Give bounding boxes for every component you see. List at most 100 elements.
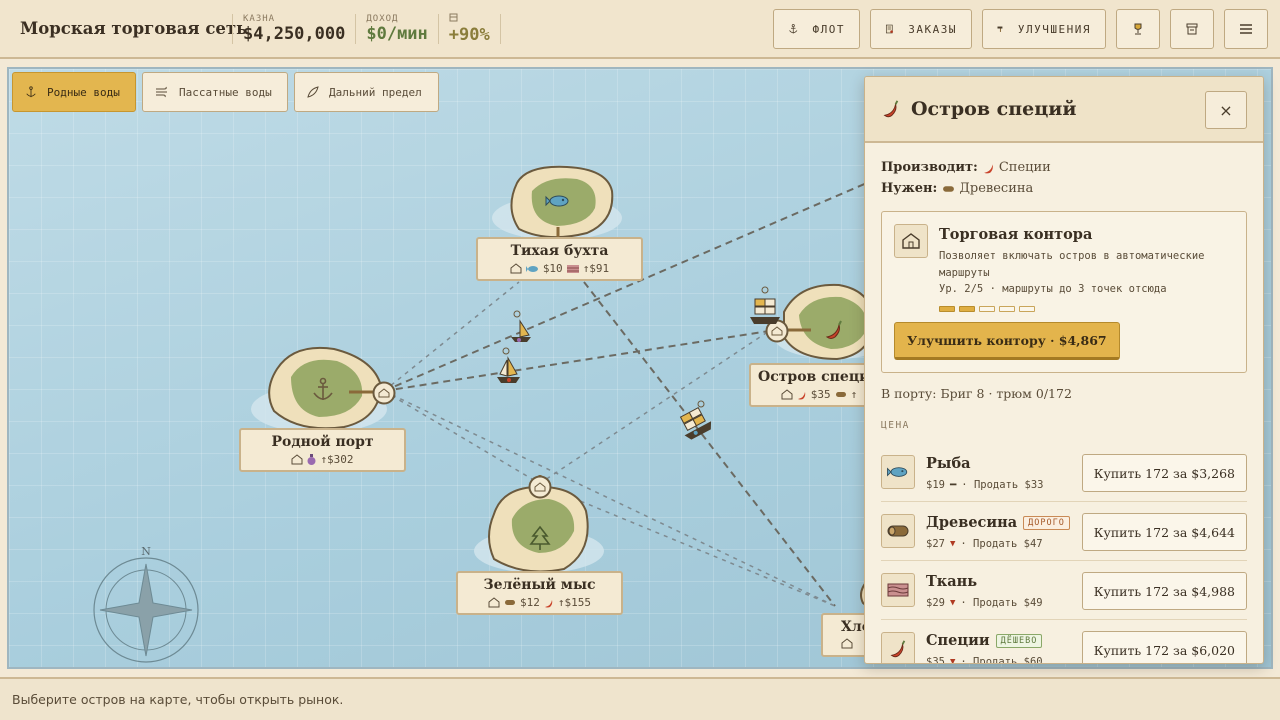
list-item: Рыба $19 ━ · Продать $33 Купить 172 за $3… bbox=[881, 443, 1247, 502]
chili-icon bbox=[881, 632, 915, 663]
orders-label: ЗАКАЗЫ bbox=[908, 22, 957, 36]
chili-icon bbox=[544, 599, 553, 607]
status-bar: Выберите остров на карте, чтобы открыть … bbox=[0, 677, 1280, 720]
house-icon bbox=[510, 263, 522, 274]
island-price: $12 bbox=[520, 596, 540, 609]
trophy-icon bbox=[1134, 23, 1142, 35]
tab-home-waters[interactable]: Родные воды bbox=[12, 72, 136, 112]
bonus-stat: +90% bbox=[437, 13, 501, 45]
income-label: ДОХОД bbox=[366, 13, 399, 24]
chili-icon bbox=[883, 100, 899, 118]
good-name-row: Рыба bbox=[926, 455, 971, 472]
house-icon bbox=[291, 454, 303, 465]
wood-icon bbox=[505, 600, 515, 605]
island-name: Родной порт bbox=[271, 434, 374, 450]
ship-icon[interactable] bbox=[747, 285, 783, 329]
ship-icon[interactable] bbox=[493, 346, 523, 386]
island-info: $12 ↑$155 bbox=[458, 596, 621, 609]
office-title: Торговая контора bbox=[939, 226, 1093, 243]
buy-button[interactable]: Купить 172 за $4,644 bbox=[1081, 513, 1247, 551]
good-price: $35 bbox=[926, 656, 945, 664]
scroll-icon bbox=[885, 24, 893, 34]
expensive-badge: ДОРОГО bbox=[1023, 515, 1070, 530]
tab-far-reach[interactable]: Дальний предел bbox=[294, 72, 439, 112]
cloth-icon bbox=[881, 573, 915, 607]
anchor-icon bbox=[313, 377, 333, 400]
compass-north-label: N bbox=[141, 547, 151, 558]
fleet-label: ФЛОТ bbox=[812, 22, 845, 36]
treasury-value: $4,250,000 bbox=[243, 23, 346, 44]
orders-button[interactable]: ЗАКАЗЫ bbox=[870, 9, 972, 49]
office-marker-icon bbox=[372, 381, 396, 405]
treasury-stat: КАЗНА $4,250,000 bbox=[232, 13, 355, 44]
island-label-home-port[interactable]: Родной порт ↑$302 bbox=[239, 428, 406, 472]
good-sell-price: Продать $47 bbox=[973, 538, 1043, 550]
achievements-button[interactable] bbox=[1116, 9, 1160, 49]
buy-button[interactable]: Купить 172 за $3,268 bbox=[1081, 454, 1247, 492]
bonus-icon bbox=[449, 13, 490, 25]
level-pip bbox=[999, 306, 1015, 312]
tree-icon bbox=[529, 525, 551, 550]
office-icon bbox=[894, 224, 928, 258]
anchor-icon bbox=[26, 86, 36, 98]
ship-icon[interactable] bbox=[507, 309, 535, 345]
tab-trade-wind-waters[interactable]: Пассатные воды bbox=[142, 72, 288, 112]
income-value: $0/мин bbox=[366, 23, 428, 44]
good-price-row: $29 ▼ · Продать $49 bbox=[926, 597, 1043, 609]
treasury-label: КАЗНА bbox=[243, 13, 276, 24]
island-info: $10 ↑$91 bbox=[478, 262, 641, 275]
office-level: Ур. 2/5 · маршруты до 3 точек отсюда bbox=[939, 283, 1167, 295]
island-label-quiet-bay[interactable]: Тихая бухта $10 ↑$91 bbox=[476, 237, 643, 281]
needs-value: Древесина bbox=[959, 181, 1034, 196]
island-green-cape[interactable] bbox=[464, 469, 614, 583]
wood-icon bbox=[881, 514, 915, 548]
level-pip bbox=[959, 306, 975, 312]
office-level-pips bbox=[939, 306, 1035, 312]
island-demand: ↑$302 bbox=[320, 453, 354, 466]
upgrades-button[interactable]: УЛУЧШЕНИЯ bbox=[982, 9, 1106, 49]
menu-button[interactable] bbox=[1224, 9, 1268, 49]
needs-label: Нужен: bbox=[881, 181, 938, 196]
trend-down-icon: ▼ bbox=[949, 657, 956, 664]
panel-body: Производит: Специи Нужен: Древесина Торг… bbox=[865, 143, 1263, 664]
island-info: ↑$302 bbox=[241, 453, 404, 466]
island-panel: Остров специй × Производит: Специи Нужен… bbox=[864, 76, 1264, 664]
island-quiet-bay[interactable] bbox=[487, 163, 637, 247]
compass-rose: N bbox=[93, 547, 199, 663]
buy-button[interactable]: Купить 172 за $4,988 bbox=[1081, 572, 1247, 610]
route-line bbox=[383, 330, 770, 392]
house-icon bbox=[781, 389, 793, 400]
tab-label: Дальний предел bbox=[329, 85, 422, 99]
island-demand: ↑$155 bbox=[557, 596, 591, 609]
chili-icon bbox=[984, 163, 993, 173]
toolbar: ФЛОТ ЗАКАЗЫ УЛУЧШЕНИЯ bbox=[773, 9, 1268, 49]
hammer-icon bbox=[997, 26, 1003, 32]
level-pip bbox=[939, 306, 955, 312]
island-label-green-cape[interactable]: Зелёный мыс $12 ↑$155 bbox=[456, 571, 623, 615]
list-item: Специи ДЁШЕВО $35 ▼ · Продать $60 Купить 1… bbox=[881, 620, 1247, 664]
island-home-port[interactable] bbox=[249, 341, 409, 440]
island-price: $35 bbox=[810, 388, 831, 401]
brand: Морская торговая сеть bbox=[0, 14, 247, 44]
region-tabs: Родные воды Пассатные воды Дальний преде… bbox=[12, 72, 439, 112]
trend-flat-icon: ━ bbox=[949, 479, 957, 491]
house-icon bbox=[841, 638, 853, 649]
upgrade-office-button[interactable]: Улучшить контору · $4,867 bbox=[894, 322, 1120, 360]
trend-down-icon: ▼ bbox=[949, 598, 956, 608]
island-demand: ↑ bbox=[850, 388, 858, 401]
list-item: Ткань $29 ▼ · Продать $49 Купить 172 за $… bbox=[881, 561, 1247, 620]
close-button[interactable]: × bbox=[1205, 91, 1247, 129]
buy-button[interactable]: Купить 172 за $6,020 bbox=[1081, 631, 1247, 663]
island-name: Зелёный мыс bbox=[483, 577, 596, 593]
fleet-button[interactable]: ФЛОТ bbox=[773, 9, 860, 49]
top-bar: Морская торговая сеть КАЗНА $4,250,000 Д… bbox=[0, 0, 1280, 59]
ship-icon[interactable] bbox=[675, 399, 715, 441]
potion-icon bbox=[307, 454, 316, 465]
fish-icon bbox=[881, 455, 915, 489]
island-name: Тихая бухта bbox=[510, 243, 609, 259]
feather-icon bbox=[307, 86, 319, 98]
produces-value: Специи bbox=[998, 160, 1051, 175]
good-name-row: Ткань bbox=[926, 573, 977, 590]
good-price-row: $19 ━ · Продать $33 bbox=[926, 479, 1044, 491]
archive-button[interactable] bbox=[1170, 9, 1214, 49]
